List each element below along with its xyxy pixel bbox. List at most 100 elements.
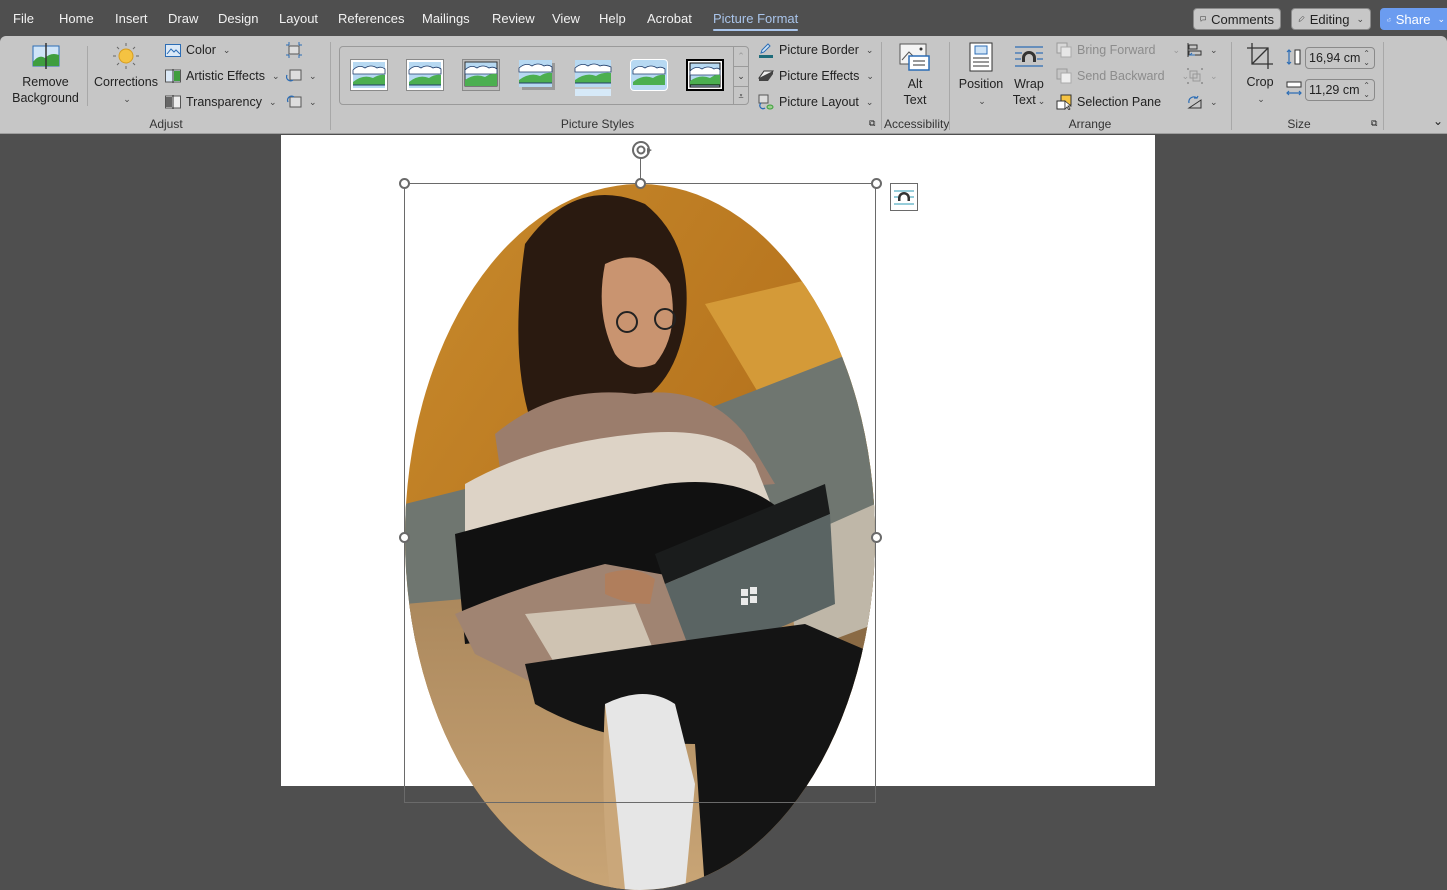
tab-help[interactable]: Help <box>599 11 626 26</box>
tab-references[interactable]: References <box>338 11 404 26</box>
editing-mode-button[interactable]: Editing ⌄ <box>1291 8 1371 30</box>
tab-design[interactable]: Design <box>218 11 258 26</box>
picture-border-icon <box>759 43 773 58</box>
alt-text-label-1: Alt <box>907 77 923 91</box>
tab-home[interactable]: Home <box>59 11 94 26</box>
picture-style-beveled-matte[interactable] <box>406 59 444 91</box>
collapse-ribbon-button[interactable]: ⌄ <box>1433 110 1443 132</box>
tab-file[interactable]: File <box>13 11 34 26</box>
reset-picture-icon <box>286 95 302 108</box>
crop-button[interactable]: Crop ⌄ <box>1240 42 1280 107</box>
position-button[interactable]: Position ⌄ <box>956 42 1006 109</box>
chevron-down-icon: ⌄ <box>1210 70 1218 81</box>
tab-draw[interactable]: Draw <box>168 11 198 26</box>
align-button[interactable]: ⌄ <box>1187 39 1218 61</box>
send-backward-label: Send Backward <box>1077 69 1165 83</box>
tab-acrobat[interactable]: Acrobat <box>647 11 692 26</box>
picture-effects-button[interactable]: Picture Effects ⌄ <box>758 65 874 87</box>
gallery-more-button[interactable]: ⩡ <box>733 86 748 105</box>
selection-pane-button[interactable]: Selection Pane <box>1056 91 1161 113</box>
gallery-scroll-down[interactable]: ⌄ <box>733 66 748 86</box>
chevron-down-icon: ⌄ <box>1210 44 1218 55</box>
chevron-down-icon: ⌄ <box>1037 96 1046 106</box>
picture-styles-gallery: ⌃ ⌄ ⩡ <box>339 46 749 105</box>
selection-pane-label: Selection Pane <box>1077 95 1162 109</box>
gallery-scroll-up[interactable]: ⌃ <box>733 47 748 66</box>
reset-picture-button[interactable]: ⌄ <box>286 91 317 113</box>
picture-border-button[interactable]: Picture Border ⌄ <box>758 39 873 61</box>
resize-handle-top[interactable] <box>635 178 646 189</box>
group-objects-button[interactable]: ⌄ <box>1187 65 1218 87</box>
change-picture-button[interactable]: ⌄ <box>286 65 317 87</box>
picture-border-label: Picture Border <box>779 43 859 57</box>
editing-label: Editing <box>1309 11 1350 27</box>
tab-layout[interactable]: Layout <box>279 11 318 26</box>
separator <box>330 42 331 130</box>
width-spinner-arrows[interactable]: ⌃ ⌄ <box>1363 81 1370 99</box>
corrections-button[interactable]: Corrections ⌄ <box>92 42 160 107</box>
chevron-down-icon: ⌄ <box>268 96 277 107</box>
picture-style-soft-edge[interactable] <box>630 59 668 91</box>
resize-handle-top-right[interactable] <box>871 178 882 189</box>
chevron-down-icon: ⌄ <box>271 70 280 81</box>
separator <box>881 42 882 130</box>
tab-insert[interactable]: Insert <box>115 11 148 26</box>
alt-text-icon <box>899 43 930 71</box>
artistic-effects-button[interactable]: Artistic Effects ⌄ <box>165 65 280 87</box>
chevron-down-icon: ⌄ <box>222 44 231 55</box>
picture-style-double-frame-black[interactable] <box>686 59 724 91</box>
resize-handle-top-left[interactable] <box>399 178 410 189</box>
tab-picture-format[interactable]: Picture Format <box>713 11 799 31</box>
picture-style-simple-frame-white[interactable] <box>350 59 388 91</box>
tab-view[interactable]: View <box>552 11 580 26</box>
shape-height-input[interactable]: 16,94 cm ⌃ ⌄ <box>1305 47 1375 69</box>
color-button[interactable]: Color ⌄ <box>165 39 230 61</box>
picture-style-metal-frame[interactable] <box>462 59 500 91</box>
remove-background-button[interactable]: Remove Background <box>8 42 83 106</box>
layout-options-button[interactable] <box>890 183 918 211</box>
artistic-effects-icon <box>165 69 181 83</box>
artistic-effects-label: Artistic Effects <box>186 69 265 83</box>
chevron-down-icon: ⌄ <box>309 96 317 107</box>
rotate-button[interactable]: ⌄ <box>1187 91 1218 113</box>
share-label: Share <box>1395 11 1431 27</box>
position-icon <box>969 42 993 72</box>
picture-styles-group-label: Picture Styles <box>560 117 635 131</box>
comments-button[interactable]: Comments <box>1193 8 1281 30</box>
picture-style-drop-shadow[interactable] <box>518 59 556 91</box>
share-button[interactable]: Share ⌄ <box>1380 8 1447 30</box>
send-backward-button[interactable]: Send Backward ⌄ <box>1056 65 1189 87</box>
ribbon: Remove Background Corrections ⌄ Color ⌄ A… <box>0 36 1447 134</box>
rotate-handle-icon[interactable] <box>630 139 654 161</box>
adjust-group-label: Adjust <box>149 117 183 131</box>
alt-text-button[interactable]: Alt Text <box>893 42 937 108</box>
chevron-up-icon: ⌃ <box>737 51 745 61</box>
height-spinner-arrows[interactable]: ⌃ ⌄ <box>1363 49 1370 67</box>
color-label: Color <box>186 43 216 57</box>
transparency-button[interactable]: Transparency ⌄ <box>165 91 277 113</box>
chevron-down-icon: ⌄ <box>865 96 874 107</box>
picture-effects-icon <box>758 70 774 81</box>
chevron-down-icon: ⌄ <box>1210 96 1218 107</box>
chevron-down-icon: ⌄ <box>1433 114 1444 128</box>
compress-pictures-button[interactable] <box>286 39 302 61</box>
dialog-launcher-icon: ⧉ <box>1371 117 1378 128</box>
send-backward-icon <box>1056 68 1072 84</box>
shape-width-input[interactable]: 11,29 cm ⌃ ⌄ <box>1305 79 1375 101</box>
picture-styles-dialog-launcher[interactable]: ⧉ <box>869 116 875 130</box>
crop-label: Crop <box>1246 75 1274 89</box>
bring-forward-button[interactable]: Bring Forward ⌄ <box>1056 39 1180 61</box>
chevron-down-icon: ⌄ <box>866 70 874 81</box>
menu-bar: File Home Insert Draw Design Layout Refe… <box>0 0 1447 36</box>
tab-mailings[interactable]: Mailings <box>422 11 470 26</box>
picture-effects-label: Picture Effects <box>779 69 860 83</box>
resize-handle-left[interactable] <box>399 532 410 543</box>
picture-layout-button[interactable]: Picture Layout ⌄ <box>758 91 873 113</box>
tab-review[interactable]: Review <box>492 11 535 26</box>
resize-handle-right[interactable] <box>871 532 882 543</box>
picture-style-reflected[interactable] <box>574 59 612 97</box>
chevron-down-icon: ⌄ <box>1172 44 1181 55</box>
picture-layout-label: Picture Layout <box>779 95 859 109</box>
size-dialog-launcher[interactable]: ⧉ <box>1371 116 1377 130</box>
wrap-text-button[interactable]: Wrap Text ⌄ <box>1008 42 1050 109</box>
